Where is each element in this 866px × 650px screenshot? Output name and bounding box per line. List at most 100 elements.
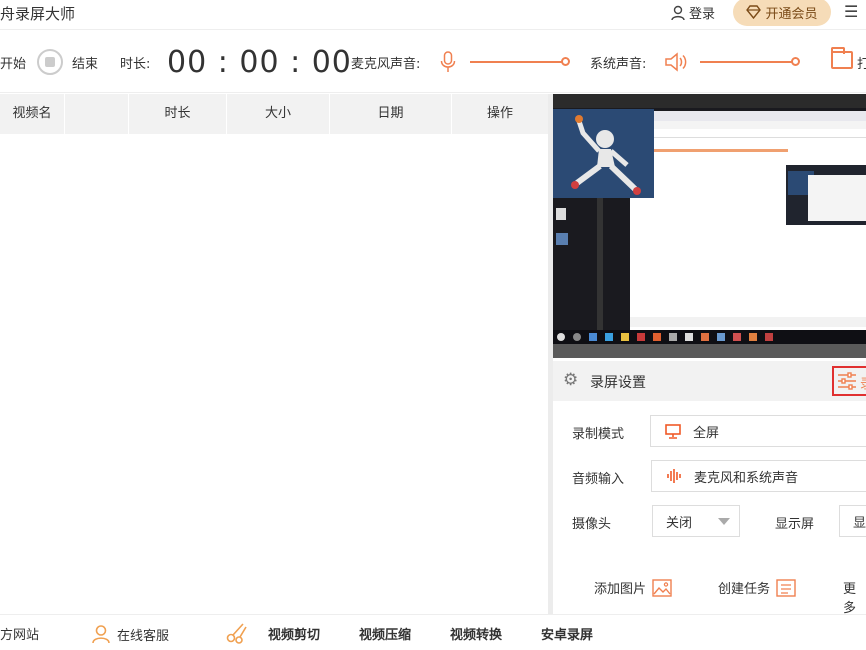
audio-input-label: 音频输入 <box>572 472 625 487</box>
record-toolbar: 开始 结束 时长: 00 : 00 : 00 麦克风声音: 系统声音: 打 <box>0 31 866 93</box>
app-window: 舟录屏大师 登录 开通会员 ☰ 开始 结束 时长: 00 : 00 : 00 麦… <box>0 0 866 650</box>
column-header-name[interactable]: 视频名 <box>0 94 65 134</box>
record-mode-select[interactable]: 全屏 <box>650 415 866 447</box>
video-table-body <box>0 134 548 614</box>
official-website-label: 方网站 <box>0 628 40 643</box>
column-header-duration[interactable]: 时长 <box>128 94 227 134</box>
online-service-label: 在线客服 <box>117 628 170 644</box>
gear-icon: ⚙ <box>563 370 579 390</box>
add-image-label: 添加图片 <box>594 582 647 597</box>
audio-input-value: 麦克风和系统声音 <box>694 470 799 486</box>
official-website-link[interactable]: 方网站 <box>0 624 39 643</box>
preview-taskbar-icon <box>733 333 741 341</box>
preview-taskbar-icon <box>573 333 581 341</box>
advanced-settings-label: 录 <box>860 373 866 392</box>
preview-taskbar-icon <box>637 333 645 341</box>
preview-taskbar <box>553 330 866 344</box>
preview-nested-capture <box>786 165 866 225</box>
add-image-button[interactable]: 添加图片 <box>594 578 672 597</box>
preview-taskbar-icon <box>589 333 597 341</box>
start-button[interactable]: 开始 <box>0 53 26 72</box>
system-volume-label: 系统声音: <box>590 57 647 72</box>
online-service-link[interactable]: 在线客服 <box>91 624 169 644</box>
preview-start-icon <box>557 333 565 341</box>
create-task-button[interactable]: 创建任务 <box>718 578 796 597</box>
diamond-icon <box>746 5 762 19</box>
preview-line <box>630 137 866 138</box>
video-clip-link[interactable]: 视频剪切 <box>268 624 320 643</box>
timer-display: 00 : 00 : 00 <box>167 45 352 80</box>
settings-title: 录屏设置 <box>590 375 646 391</box>
preview-taskbar-icon <box>621 333 629 341</box>
customer-service-icon <box>92 625 110 644</box>
task-list-icon <box>776 578 796 597</box>
desktop-app-icon <box>556 233 568 245</box>
preview-taskbar-icon <box>701 333 709 341</box>
vip-button[interactable]: 开通会员 <box>733 0 831 26</box>
video-convert-link[interactable]: 视频转换 <box>450 624 502 643</box>
android-record-link[interactable]: 安卓录屏 <box>541 624 593 643</box>
sliders-icon <box>838 372 856 390</box>
duration-label: 时长: <box>120 57 151 72</box>
menu-icon[interactable]: ☰ <box>844 2 858 21</box>
stop-button[interactable]: 结束 <box>72 53 98 72</box>
chevron-down-icon <box>718 518 730 525</box>
microphone-icon[interactable] <box>440 51 456 73</box>
folder-icon[interactable] <box>831 47 853 69</box>
user-icon <box>671 5 685 20</box>
column-header-actions[interactable]: 操作 <box>452 94 548 134</box>
preview-tabbar <box>630 111 866 121</box>
login-button[interactable]: 登录 <box>670 3 715 22</box>
preview-taskbar-icon <box>685 333 693 341</box>
system-volume-slider[interactable] <box>700 57 800 66</box>
preview-taskbar-icon <box>749 333 757 341</box>
record-mode-value: 全屏 <box>693 425 720 441</box>
camera-label: 摄像头 <box>572 517 612 532</box>
login-label: 登录 <box>689 7 716 22</box>
more-button[interactable]: 更多 <box>843 578 866 616</box>
screen-preview <box>553 94 866 358</box>
mic-volume-label: 麦克风声音: <box>351 57 421 72</box>
preview-bottom-bar <box>553 344 866 358</box>
column-header-date[interactable]: 日期 <box>330 94 452 134</box>
monitor-icon <box>665 423 681 439</box>
column-header-size[interactable]: 大小 <box>227 94 330 134</box>
speaker-icon[interactable] <box>664 52 688 72</box>
stop-icon[interactable] <box>37 49 63 75</box>
preview-footer <box>630 317 866 327</box>
camera-select[interactable]: 关闭 <box>652 505 740 537</box>
image-icon <box>652 578 672 597</box>
camera-value: 关闭 <box>666 515 693 531</box>
system-volume-knob[interactable] <box>791 57 800 66</box>
preview-slider <box>638 149 788 152</box>
display-value: 显 <box>853 515 866 531</box>
preview-app-window <box>630 111 866 333</box>
preview-taskbar-icon <box>605 333 613 341</box>
desktop-file-icon <box>556 208 566 220</box>
preview-taskbar-icon <box>717 333 725 341</box>
mic-volume-slider[interactable] <box>470 57 570 66</box>
astronaut-icon <box>571 115 641 195</box>
preview-nested-window <box>808 175 866 221</box>
create-task-label: 创建任务 <box>718 582 771 597</box>
preview-taskbar-icon <box>765 333 773 341</box>
advanced-settings-button[interactable]: 录 <box>832 366 866 396</box>
record-mode-label: 录制模式 <box>572 427 625 442</box>
vip-label: 开通会员 <box>765 6 818 22</box>
video-compress-link[interactable]: 视频压缩 <box>359 624 411 643</box>
app-title: 舟录屏大师 <box>0 5 76 23</box>
preview-taskbar-icon <box>653 333 661 341</box>
video-table-header: 视频名 时长 大小 日期 操作 <box>0 94 548 134</box>
open-folder-label[interactable]: 打 <box>857 53 866 72</box>
waveform-icon <box>667 469 681 483</box>
settings-header: ⚙ 录屏设置 录 <box>553 361 866 401</box>
title-bar: 舟录屏大师 登录 开通会员 ☰ <box>0 0 866 30</box>
preview-strip <box>597 198 603 338</box>
bottom-bar: 方网站 在线客服 视频剪切 视频压缩 视频转换 安卓录屏 <box>0 614 866 650</box>
display-select[interactable]: 显 <box>839 505 866 537</box>
scissors-icon <box>225 622 249 648</box>
preview-taskbar-icon <box>669 333 677 341</box>
audio-input-select[interactable]: 麦克风和系统声音 <box>651 460 866 492</box>
mic-volume-knob[interactable] <box>561 57 570 66</box>
preview-urlbar <box>630 121 866 129</box>
